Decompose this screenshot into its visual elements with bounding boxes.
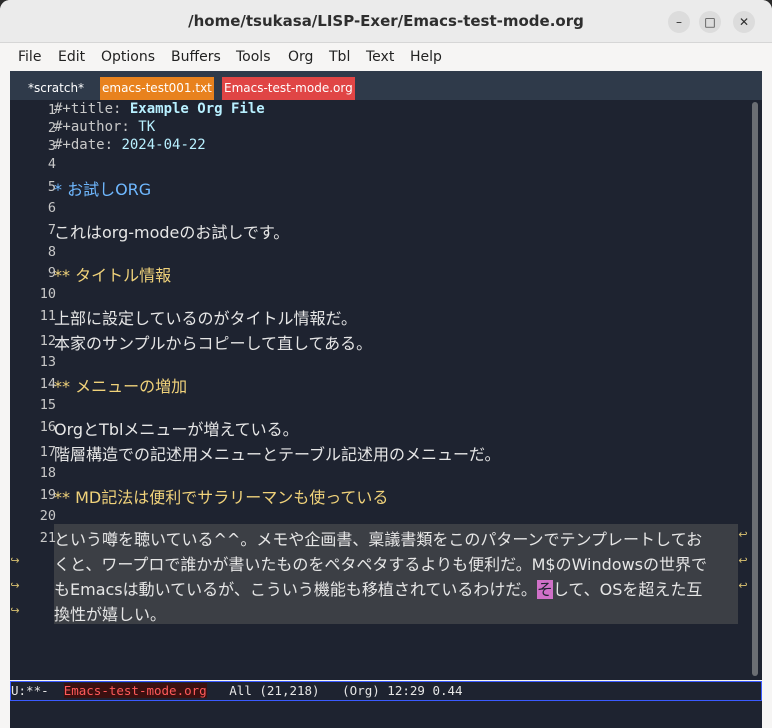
line-number: 14 (39, 376, 56, 392)
wrap-right-icon: ↩ (738, 528, 748, 541)
buffer-line-21-wrap-1: という噂を聴いている^^。メモや企画書、稟議書類をこのパターンでテンプレートして… (54, 530, 703, 549)
menu-bar: File Edit Options Buffers Tools Org Tbl … (0, 43, 772, 71)
buffer-line-1: #+title: Example Org File (54, 101, 265, 117)
org-keyword: #+date: (54, 137, 122, 153)
menu-text[interactable]: Text (366, 49, 394, 65)
org-heading-level-2: ** タイトル情報 (54, 266, 172, 285)
line-number: 11 (39, 308, 56, 324)
maximize-button[interactable]: □ (699, 11, 721, 33)
line-number: 19 (39, 487, 56, 503)
minimize-button[interactable]: – (668, 11, 690, 33)
line-number: 2 (47, 120, 56, 136)
tab-emacs-test-mode[interactable]: Emacs-test-mode.org (222, 77, 355, 100)
line-number: 1 (47, 102, 56, 118)
wrap-left-icon: ↪ (10, 579, 20, 592)
tab-emacs-test001[interactable]: emacs-test001.txt (100, 77, 214, 100)
org-keyword: #+author: (54, 119, 130, 135)
org-date-value: 2024-04-22 (121, 137, 206, 153)
line-number: 8 (47, 244, 56, 260)
emacs-window: /home/tsukasa/LISP-Exer/Emacs-test-mode.… (0, 0, 772, 728)
wrap-left-icon: ↪ (10, 604, 20, 617)
buffer-line-12: 本家のサンプルからコピーして直してある。 (54, 334, 373, 353)
close-button[interactable]: ✕ (733, 11, 755, 33)
text-segment: して、OSを超えた互 (552, 580, 703, 599)
tab-scratch[interactable]: *scratch* (26, 77, 86, 100)
line-number: 5 (47, 179, 56, 195)
line-number: 6 (47, 200, 56, 216)
wrap-right-icon: ↩ (738, 554, 748, 567)
line-number: 17 (39, 444, 56, 460)
menu-file[interactable]: File (18, 49, 41, 65)
org-keyword: #+title: (54, 101, 130, 117)
wrap-right-icon: ↩ (738, 579, 748, 592)
org-author-value: TK (138, 119, 156, 135)
org-heading-level-2: ** MD記法は便利でサラリーマンも使っている (54, 488, 389, 507)
echo-area[interactable] (10, 701, 762, 728)
buffer-line-21-wrap-2: くと、ワープロで誰かが書いたものをペタペタするよりも便利だ。M$のWindows… (54, 555, 708, 574)
buffer-line-11: 上部に設定しているのがタイトル情報だ。 (54, 309, 358, 328)
menu-options[interactable]: Options (101, 49, 155, 65)
org-heading-level-1: * お試しORG (54, 180, 152, 199)
text-segment: もEmacsは動いているが、こういう機能も移植されているわけだ。 (54, 580, 537, 599)
menu-help[interactable]: Help (410, 49, 442, 65)
title-bar: /home/tsukasa/LISP-Exer/Emacs-test-mode.… (0, 0, 772, 43)
line-number: 4 (47, 156, 56, 172)
mode-line: U:**- Emacs-test-mode.org All (21,218) (… (10, 681, 762, 701)
line-number: 12 (39, 333, 56, 349)
modeline-buffer-name[interactable]: Emacs-test-mode.org (63, 683, 207, 698)
left-fringe (10, 100, 20, 680)
line-number: 15 (39, 397, 56, 413)
buffer-line-17: 階層構造での記述用メニューとテーブル記述用のメニューだ。 (54, 445, 501, 464)
buffer-line-3: #+date: 2024-04-22 (54, 137, 206, 153)
buffer-line-21-wrap-3: もEmacsは動いているが、こういう機能も移植されているわけだ。そして、OSを超… (54, 576, 702, 600)
vertical-scrollbar[interactable] (748, 100, 762, 680)
scrollbar-thumb[interactable] (752, 102, 758, 676)
line-number: 18 (39, 465, 56, 481)
buffer-line-2: #+author: TK (54, 119, 155, 135)
line-number: 9 (47, 265, 56, 281)
text-cursor: そ (536, 580, 553, 599)
org-title-value: Example Org File (129, 101, 265, 117)
line-number: 3 (47, 138, 56, 154)
line-number: 21 (39, 530, 56, 546)
wrap-left-icon: ↪ (10, 554, 20, 567)
tab-bar: *scratch* emacs-test001.txt Emacs-test-m… (10, 71, 762, 100)
menu-buffers[interactable]: Buffers (171, 49, 221, 65)
line-number: 13 (39, 354, 56, 370)
menu-tools[interactable]: Tools (236, 49, 271, 65)
menu-tbl[interactable]: Tbl (329, 49, 350, 65)
line-number: 16 (39, 419, 56, 435)
buffer-line-21-wrap-4: 換性が嬉しい。 (54, 605, 167, 624)
buffer-line-16: OrgとTblメニューが増えている。 (54, 420, 299, 439)
modeline-status: U:**- (11, 683, 64, 698)
line-number: 20 (39, 508, 56, 524)
modeline-position: All (21,218) (Org) 12:29 0.44 (206, 683, 463, 698)
menu-edit[interactable]: Edit (58, 49, 85, 65)
menu-org[interactable]: Org (288, 49, 313, 65)
editor-area[interactable]: 1 2 3 4 5 6 7 8 9 10 11 12 13 14 15 16 1… (10, 100, 762, 680)
line-number: 10 (39, 286, 56, 302)
buffer-line-7: これはorg-modeのお試しです。 (54, 223, 290, 242)
line-number: 7 (47, 222, 56, 238)
window-title: /home/tsukasa/LISP-Exer/Emacs-test-mode.… (188, 12, 584, 30)
org-heading-level-2: ** メニューの増加 (54, 377, 188, 396)
